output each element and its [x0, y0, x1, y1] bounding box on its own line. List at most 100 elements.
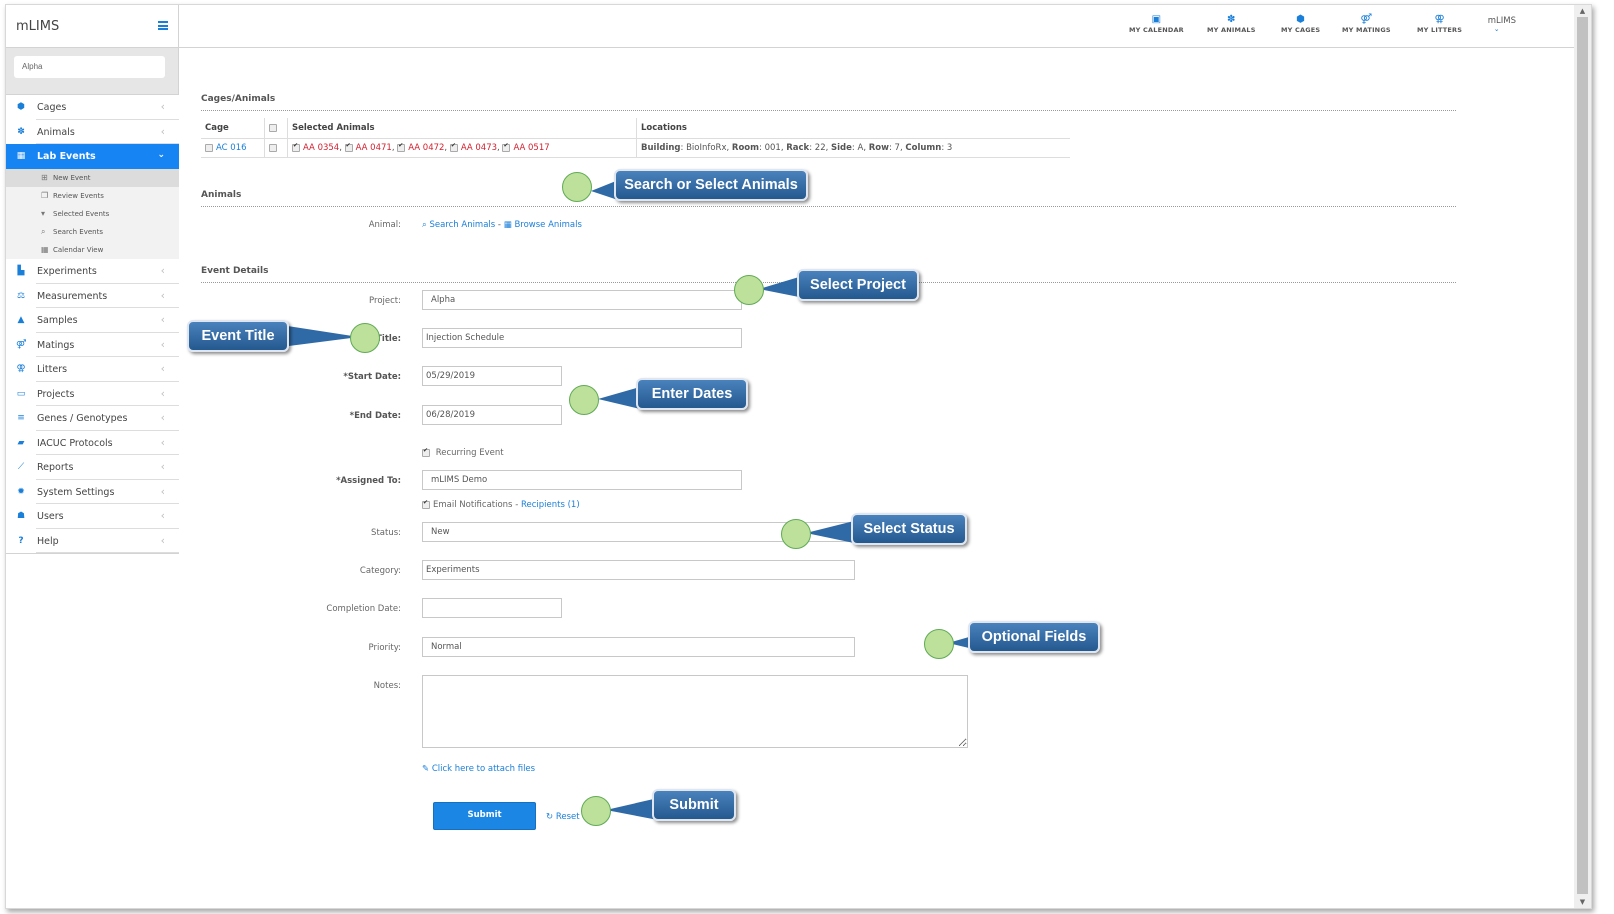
title-input[interactable] — [422, 328, 742, 348]
user-menu[interactable]: mLIMS ⌄ — [1488, 16, 1516, 33]
topbar-label: MY CALENDAR — [1129, 26, 1184, 34]
sidebar-item-label: Measurements — [37, 290, 108, 302]
callout-marker-dot — [924, 629, 954, 659]
start-date-label: *Start Date: — [343, 372, 401, 382]
location-key: Side — [831, 143, 852, 153]
recurring-event-option[interactable]: Recurring Event — [422, 447, 504, 458]
scroll-up-arrow-icon[interactable]: ▲ — [1574, 5, 1591, 17]
animal-link[interactable]: AA 0354 — [303, 143, 339, 153]
sidebar-item-measurements[interactable]: ⚖ Measurements ‹ — [6, 284, 179, 309]
brand-header: mLIMS — [6, 5, 179, 48]
attach-files-link[interactable]: ✎ Click here to attach files — [422, 764, 535, 774]
scroll-thumb[interactable] — [1577, 17, 1588, 894]
callout-pointer — [806, 521, 854, 543]
priority-select[interactable] — [422, 637, 855, 657]
animal-link[interactable]: AA 0471 — [356, 143, 392, 153]
recurring-event-label: Recurring Event — [435, 448, 504, 458]
start-date-input[interactable] — [422, 366, 562, 386]
animal-checkbox[interactable] — [397, 142, 406, 152]
gear-icon: ✹ — [17, 486, 25, 497]
vertical-scrollbar[interactable]: ▲ ▼ — [1574, 5, 1591, 908]
browse-animals-link[interactable]: ▦ Browse Animals — [504, 220, 582, 230]
chevron-left-icon: ‹ — [160, 362, 165, 376]
callout-marker-dot — [781, 519, 811, 549]
topbar-label: MY MATINGS — [1342, 26, 1391, 34]
row-checkbox[interactable] — [269, 143, 277, 152]
sidebar-item-matings[interactable]: ⚤ Matings ‹ — [6, 333, 179, 358]
sidebar-item-lab-events[interactable]: ▦ Lab Events ⌄ — [6, 144, 179, 169]
cage-cell: AC 016 — [201, 138, 265, 158]
end-date-input[interactable] — [422, 405, 562, 425]
cage-checkbox[interactable] — [205, 143, 213, 152]
sidebar-item-label: System Settings — [37, 486, 115, 498]
animal-checkbox[interactable] — [449, 142, 458, 152]
selected-animals-cell: AA 0354, AA 0471, AA 0472, AA 0473, AA 0… — [287, 138, 637, 158]
sidebar-item-litters[interactable]: ⚢ Litters ‹ — [6, 357, 179, 382]
sidebar-item-experiments[interactable]: ▙ Experiments ‹ — [6, 259, 179, 284]
callout-marker-dot — [734, 275, 764, 305]
animal-checkbox[interactable] — [344, 142, 353, 152]
submenu-selected-events[interactable]: ▾ Selected Events — [6, 205, 179, 223]
reset-link[interactable]: ↻ Reset — [546, 812, 580, 822]
sidebar-item-label: Users — [37, 511, 64, 523]
sidebar-item-genes-genotypes[interactable]: ≡ Genes / Genotypes ‹ — [6, 406, 179, 431]
submenu-new-event[interactable]: ⊞ New Event — [6, 168, 179, 187]
chevron-left-icon: ‹ — [160, 533, 165, 547]
my-animals-link[interactable]: ✽ MY ANIMALS — [1207, 13, 1256, 34]
scroll-down-arrow-icon[interactable]: ▼ — [1574, 896, 1591, 908]
table-grid-icon: ▦ — [503, 220, 512, 230]
topbar-label: MY CAGES — [1281, 26, 1321, 34]
my-matings-link[interactable]: ⚤ MY MATINGS — [1342, 13, 1391, 34]
browse-animals-label: Browse Animals — [514, 220, 582, 230]
sidebar-item-cages[interactable]: ⬢ Cages ‹ — [6, 95, 179, 120]
sidebar-item-projects[interactable]: ▭ Projects ‹ — [6, 382, 179, 407]
submenu-label: Selected Events — [53, 209, 110, 218]
cube-icon: ⬢ — [17, 102, 25, 112]
cage-link[interactable]: AC 016 — [216, 143, 247, 153]
sidebar-item-samples[interactable]: ▲ Samples ‹ — [6, 308, 179, 333]
balance-scale-icon: ⚖ — [16, 290, 26, 301]
select-all-checkbox[interactable] — [269, 123, 277, 132]
animal-checkbox[interactable] — [502, 142, 511, 152]
submenu-search-events[interactable]: ⌕ Search Events — [6, 223, 179, 241]
location-value: A — [857, 143, 864, 153]
sidebar-search-input[interactable] — [14, 56, 165, 78]
menu-toggle-icon[interactable] — [158, 21, 168, 30]
bars-icon: ≡ — [17, 413, 25, 424]
sidebar-item-system-settings[interactable]: ✹ System Settings ‹ — [6, 480, 179, 505]
animal-link[interactable]: AA 0517 — [513, 143, 549, 153]
my-litters-link[interactable]: ⚢ MY LITTERS — [1417, 13, 1462, 34]
recipients-link[interactable]: Recipients (1) — [521, 500, 580, 510]
recurring-event-checkbox[interactable] — [422, 447, 430, 457]
line-chart-icon: ⟋ — [17, 462, 25, 473]
submit-button[interactable]: Submit — [433, 802, 536, 830]
category-select[interactable] — [422, 560, 855, 580]
animal-link[interactable]: AA 0473 — [461, 143, 497, 153]
sidebar-item-animals[interactable]: ✽ Animals ‹ — [6, 120, 179, 145]
animal-checkbox[interactable] — [292, 142, 300, 152]
chevron-down-icon: ⌄ — [1493, 25, 1500, 33]
location-key: Building — [641, 143, 681, 153]
my-calendar-link[interactable]: ▣ MY CALENDAR — [1129, 13, 1184, 34]
email-notifications-checkbox[interactable] — [422, 499, 430, 509]
sidebar-item-iacuc-protocols[interactable]: ▰ IACUC Protocols ‹ — [6, 431, 179, 456]
top-bar: ▣ MY CALENDAR ✽ MY ANIMALS ⬢ MY CAGES ⚤ … — [179, 5, 1591, 48]
search-animals-link[interactable]: ⌕ Search Animals — [422, 220, 495, 230]
animal-links: ⌕ Search Animals - ▦ Browse Animals — [422, 220, 582, 230]
sidebar-item-reports[interactable]: ⟋ Reports ‹ — [6, 455, 179, 480]
completion-date-input[interactable] — [422, 598, 562, 618]
submenu-calendar-view[interactable]: ▦ Calendar View — [6, 241, 179, 259]
notes-textarea[interactable] — [422, 675, 968, 748]
animal-link[interactable]: AA 0472 — [408, 143, 444, 153]
my-cages-link[interactable]: ⬢ MY CAGES — [1281, 13, 1320, 34]
submenu-label: Search Events — [53, 228, 103, 237]
sidebar-item-users[interactable]: ☗ Users ‹ — [6, 504, 179, 529]
chevron-left-icon: ‹ — [160, 313, 165, 327]
submenu-label: New Event — [53, 173, 91, 182]
assigned-to-select[interactable] — [422, 470, 742, 490]
sidebar-item-help[interactable]: ? Help ‹ — [6, 529, 179, 555]
search-icon: ⌕ — [41, 227, 46, 237]
submenu-review-events[interactable]: ❐ Review Events — [6, 187, 179, 205]
project-select[interactable] — [422, 290, 742, 310]
chevron-left-icon: ‹ — [160, 288, 165, 302]
